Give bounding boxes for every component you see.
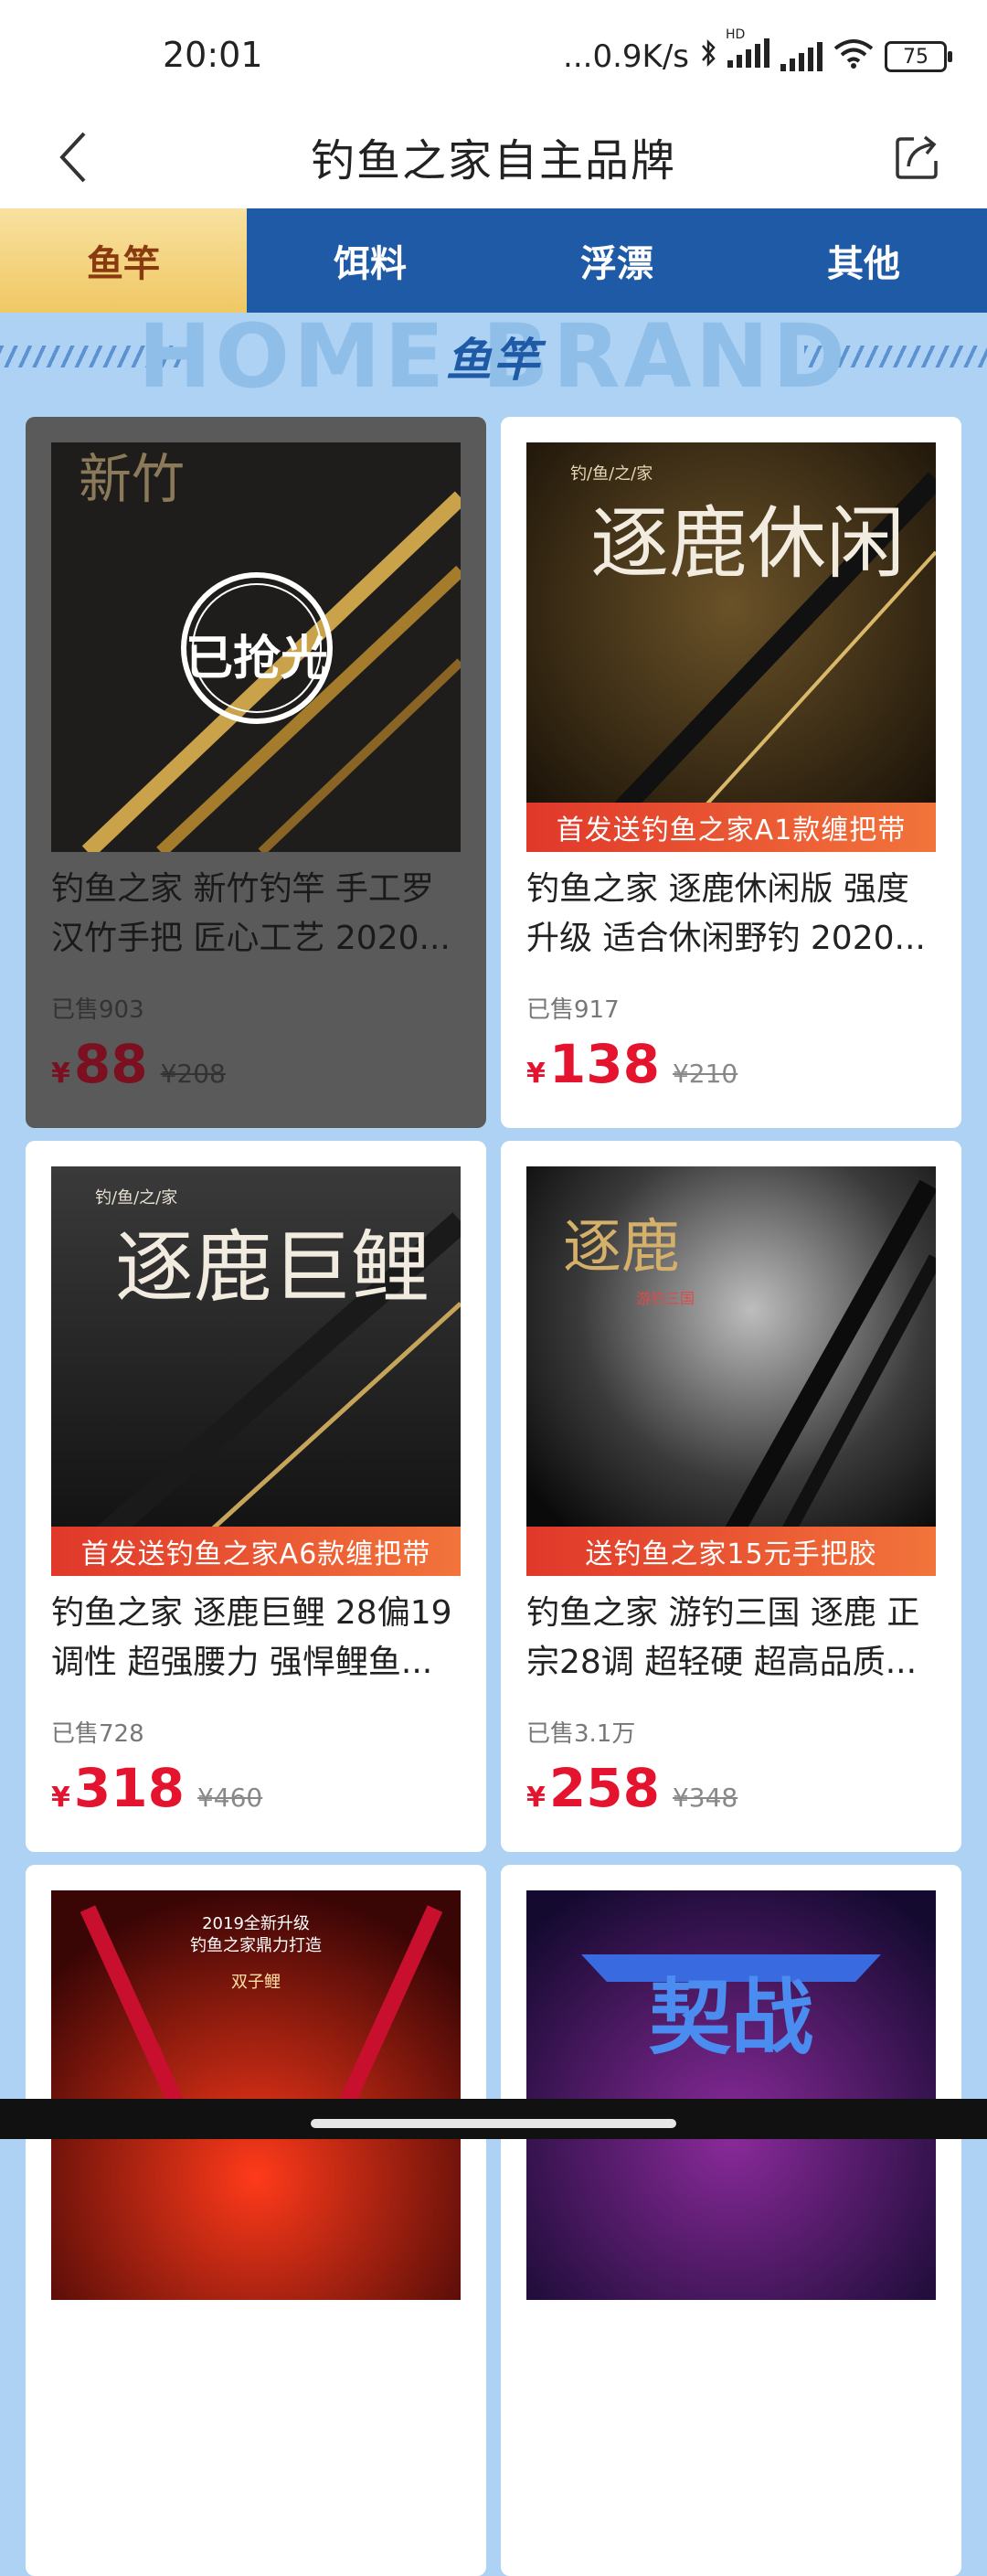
currency-symbol: ¥ (526, 1782, 546, 1814)
product-title: 钓鱼之家 游钓三国 逐鹿 正宗28调 超轻硬 超高品质... (526, 1594, 920, 1681)
image-subcaption: 游钓三国 (636, 1290, 695, 1307)
product-title: 钓鱼之家 逐鹿巨鲤 28偏19调性 超强腰力 强悍鲤鱼... (51, 1594, 452, 1681)
image-subcaption: 钓鱼之家鼎力打造 (190, 1936, 322, 1955)
sold-count: 已售917 (526, 996, 620, 1024)
price-row: ¥ 258 ¥348 (526, 1757, 738, 1819)
sold-out-text: 已抢光 (185, 632, 328, 687)
original-price: ¥208 (160, 1059, 226, 1089)
product-image[interactable]: 契战 (526, 1890, 936, 2300)
original-price: ¥348 (672, 1783, 738, 1813)
price: 258 (548, 1757, 660, 1819)
bluetooth-icon (700, 38, 716, 76)
price: 138 (548, 1033, 660, 1095)
product-image[interactable]: 钓/鱼/之/家 逐鹿休闲 首发送钓鱼之家A1款缠把带 (526, 442, 936, 852)
image-brand: 钓/鱼/之/家 (570, 464, 653, 484)
home-indicator[interactable] (311, 2119, 676, 2128)
product-card[interactable]: 逐鹿 游钓三国 送钓鱼之家15元手把胶 钓鱼之家 游钓三国 逐鹿 正宗28调 超… (501, 1141, 961, 1852)
product-title: 钓鱼之家 新竹钓竿 手工罗汉竹手把 匠心工艺 2020... (51, 870, 451, 957)
tab-rod[interactable]: 鱼竿 (0, 208, 247, 313)
product-card[interactable]: 钓/鱼/之/家 逐鹿巨鲤 首发送钓鱼之家A6款缠把带 钓鱼之家 逐鹿巨鲤 28偏… (26, 1141, 486, 1852)
product-image[interactable]: 逐鹿 游钓三国 送钓鱼之家15元手把胶 (526, 1166, 936, 1576)
price-row: ¥ 88 ¥208 (51, 1033, 226, 1095)
network-speed: ...0.9K/s (563, 38, 689, 75)
hd-label: HD (726, 27, 746, 42)
product-title: 钓鱼之家 逐鹿休闲版 强度升级 适合休闲野钓 2020... (526, 870, 926, 957)
promo-banner: 首发送钓鱼之家A6款缠把带 (51, 1527, 461, 1576)
sold-count: 已售728 (51, 1720, 144, 1748)
tab-float[interactable]: 浮漂 (494, 208, 740, 313)
product-image[interactable]: 2019全新升级 钓鱼之家鼎力打造 双子鲤 (51, 1890, 461, 2300)
image-caption: 逐鹿巨鲤 (115, 1222, 430, 1314)
battery-level: 75 (903, 45, 929, 69)
image-top-text: 2019全新升级 (202, 1914, 310, 1933)
image-caption: 契战 (649, 1970, 813, 2066)
sold-out-badge: 已抢光 (161, 570, 353, 726)
image-caption: 新竹 (79, 448, 185, 510)
wifi-icon (833, 37, 874, 77)
price: 88 (73, 1033, 148, 1095)
currency-symbol: ¥ (526, 1058, 546, 1090)
product-card[interactable]: 新竹 已抢光 钓鱼之家 新竹钓竿 手工罗汉竹手把 匠心工艺 2020... 已售… (26, 417, 486, 1128)
original-price: ¥210 (672, 1059, 738, 1089)
section-header: HOME BRAND 鱼竿 (0, 313, 987, 404)
image-brand: 钓/鱼/之/家 (95, 1188, 177, 1208)
status-time: 20:01 (163, 35, 263, 75)
product-image[interactable]: 新竹 已抢光 (51, 442, 461, 852)
section-title: 鱼竿 (446, 334, 541, 387)
signal-icon-2 (780, 42, 822, 71)
image-brand: 双子鲤 (231, 1973, 281, 1992)
tab-bait[interactable]: 饵料 (247, 208, 494, 313)
product-card[interactable]: 2019全新升级 钓鱼之家鼎力打造 双子鲤 (26, 1865, 486, 2576)
battery-icon: 75 (885, 41, 952, 72)
currency-symbol: ¥ (51, 1058, 70, 1090)
price-row: ¥ 138 ¥210 (526, 1033, 738, 1095)
currency-symbol: ¥ (51, 1782, 70, 1814)
promo-banner: 送钓鱼之家15元手把胶 (526, 1527, 936, 1576)
original-price: ¥460 (196, 1783, 263, 1813)
price: 318 (73, 1757, 185, 1819)
sold-count: 已售3.1万 (526, 1720, 636, 1748)
nav-bar: 钓鱼之家自主品牌 (0, 108, 987, 208)
product-card[interactable]: 钓/鱼/之/家 逐鹿休闲 首发送钓鱼之家A1款缠把带 钓鱼之家 逐鹿休闲版 强度… (501, 417, 961, 1128)
rod-image-zhulu-xiuxian: 钓/鱼/之/家 逐鹿休闲 (526, 442, 936, 852)
rod-image-shuangzili: 2019全新升级 钓鱼之家鼎力打造 双子鲤 (51, 1890, 461, 2300)
page-title: 钓鱼之家自主品牌 (310, 135, 676, 186)
rod-image-youdiao-sanguo: 逐鹿 游钓三国 (526, 1166, 936, 1576)
status-bar: 20:01 ...0.9K/s HD 75 (0, 0, 987, 108)
image-caption: 逐鹿 (563, 1214, 680, 1282)
share-button[interactable] (881, 121, 954, 194)
price-row: ¥ 318 ¥460 (51, 1757, 262, 1819)
signal-icon: HD (726, 27, 769, 76)
product-card[interactable]: 契战 (501, 1865, 961, 2576)
promo-banner: 首发送钓鱼之家A1款缠把带 (526, 803, 936, 852)
product-image[interactable]: 钓/鱼/之/家 逐鹿巨鲤 首发送钓鱼之家A6款缠把带 (51, 1166, 461, 1576)
sold-count: 已售903 (51, 996, 144, 1024)
image-caption: 逐鹿休闲 (590, 498, 905, 590)
category-tabs: 鱼竿 饵料 浮漂 其他 (0, 208, 987, 313)
status-icons: ...0.9K/s HD 75 (563, 27, 952, 79)
rod-image-zhulu-julii: 钓/鱼/之/家 逐鹿巨鲤 (51, 1166, 461, 1576)
share-icon (896, 135, 938, 179)
tab-other[interactable]: 其他 (740, 208, 987, 313)
rod-image-qizhan: 契战 (526, 1890, 936, 2300)
